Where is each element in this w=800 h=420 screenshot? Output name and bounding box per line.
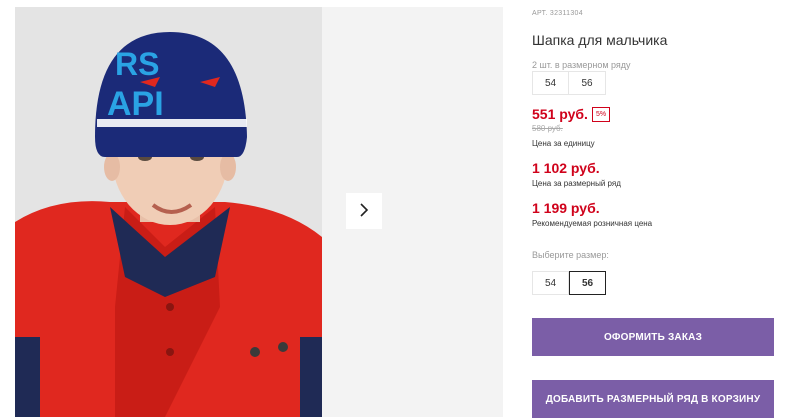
pack-label: 2 шт. в размерном ряду bbox=[532, 60, 631, 70]
unit-price: 551 руб. bbox=[532, 106, 588, 122]
size-option-56[interactable]: 56 bbox=[569, 271, 606, 295]
price-row: 551 руб. 5% bbox=[532, 106, 611, 122]
order-button[interactable]: ОФОРМИТЬ ЗАКАЗ bbox=[532, 318, 774, 356]
size-option-54[interactable]: 54 bbox=[532, 271, 569, 295]
pack-price-label: Цена за размерный ряд bbox=[532, 179, 621, 188]
pack-size: 54 bbox=[532, 71, 569, 95]
gallery-next-button[interactable] bbox=[346, 193, 382, 229]
product-photo: RS API bbox=[15, 7, 322, 417]
product-gallery: RS API bbox=[15, 7, 503, 417]
size-select-label: Выберите размер: bbox=[532, 250, 609, 260]
chevron-right-icon bbox=[358, 202, 370, 221]
old-price: 580 руб. bbox=[532, 124, 563, 133]
retail-price: 1 199 руб. bbox=[532, 200, 600, 216]
pack-sizes: 54 56 bbox=[532, 71, 606, 95]
retail-price-label: Рекомендуемая розничная цена bbox=[532, 219, 653, 228]
discount-badge: 5% bbox=[591, 106, 611, 122]
pack-size: 56 bbox=[569, 71, 606, 95]
product-title: Шапка для мальчика bbox=[532, 32, 668, 48]
unit-price-label: Цена за единицу bbox=[532, 139, 595, 148]
article-number: АРТ. 32311304 bbox=[532, 10, 583, 17]
add-pack-to-cart-button[interactable]: ДОБАВИТЬ РАЗМЕРНЫЙ РЯД В КОРЗИНУ bbox=[532, 380, 774, 418]
svg-text:API: API bbox=[107, 85, 164, 123]
pack-price: 1 102 руб. bbox=[532, 160, 600, 176]
product-info: АРТ. 32311304 Шапка для мальчика 2 шт. в… bbox=[532, 0, 792, 420]
svg-text:RS: RS bbox=[115, 46, 159, 82]
size-selector: 54 56 bbox=[532, 271, 606, 295]
